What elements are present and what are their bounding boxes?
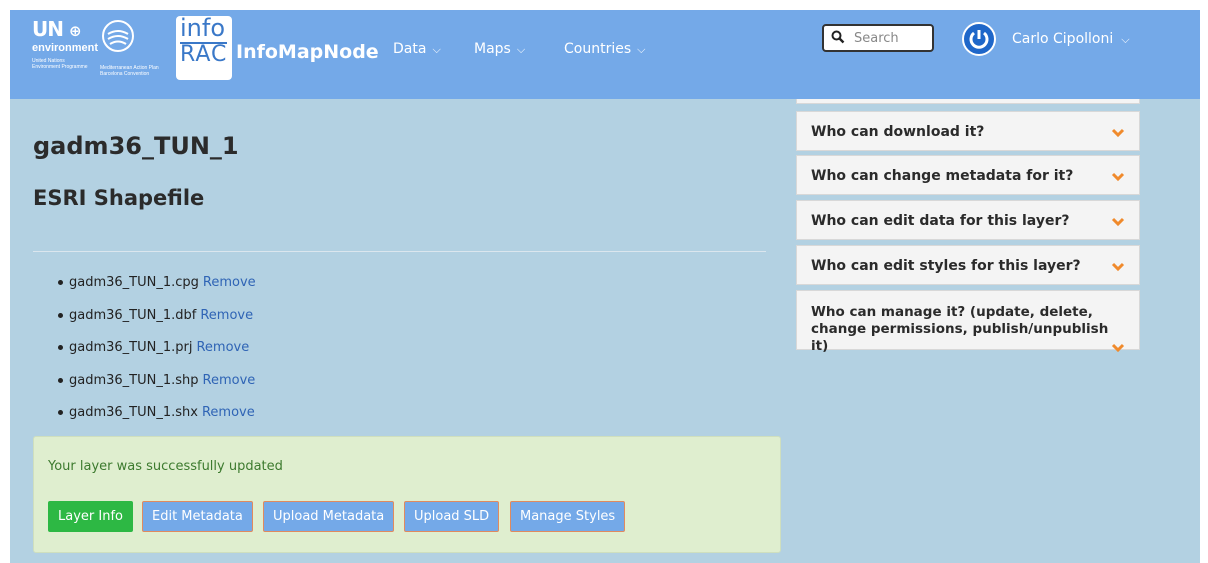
list-item: gadm36_TUN_1.dbf Remove <box>58 308 256 341</box>
divider <box>33 251 766 252</box>
page-title: gadm36_TUN_1 <box>33 132 239 160</box>
permission-edit-data[interactable]: Who can edit data for this layer? <box>796 200 1140 240</box>
un-environment-logo[interactable]: UN ⊕ environment United Nations Environm… <box>32 18 98 84</box>
permission-manage[interactable]: Who can manage it? (update, delete, chan… <box>796 290 1140 354</box>
list-item: gadm36_TUN_1.cpg Remove <box>58 275 256 308</box>
info-rac-logo[interactable]: info RAC <box>176 16 232 80</box>
chevron-down-icon: ⌵ <box>637 43 646 56</box>
chevron-down-icon <box>1111 217 1125 227</box>
bullet-icon <box>58 377 63 383</box>
brand-name[interactable]: InfoMapNode <box>236 41 379 63</box>
chevron-down-icon <box>1111 262 1125 272</box>
chevron-down-icon <box>1111 343 1125 353</box>
remove-link[interactable]: Remove <box>203 373 256 388</box>
remove-link[interactable]: Remove <box>203 275 256 290</box>
chevron-down-icon: ⌵ <box>432 43 441 56</box>
search-icon <box>831 30 845 44</box>
list-item: gadm36_TUN_1.prj Remove <box>58 340 256 373</box>
bullet-icon <box>58 280 63 285</box>
remove-link[interactable]: Remove <box>202 405 255 420</box>
bullet-icon <box>58 345 63 350</box>
layer-info-button[interactable]: Layer Info <box>48 501 133 532</box>
remove-link[interactable]: Remove <box>196 340 249 355</box>
avatar[interactable] <box>962 22 996 56</box>
upload-sld-button[interactable]: Upload SLD <box>404 501 500 532</box>
user-menu[interactable]: Carlo Cipolloni ⌵ <box>1012 31 1130 47</box>
page-subtitle: ESRI Shapefile <box>33 186 205 210</box>
permission-download[interactable]: Who can download it? <box>796 111 1140 151</box>
success-alert: Your layer was successfully updated Laye… <box>33 436 781 553</box>
chevron-down-icon <box>1111 128 1125 138</box>
bullet-icon <box>58 410 63 415</box>
power-icon <box>969 30 989 49</box>
chevron-down-icon: ⌵ <box>516 43 526 56</box>
nav-menu-data[interactable]: Data ⌵ <box>393 41 441 57</box>
search-placeholder: Search <box>854 31 899 46</box>
file-list: gadm36_TUN_1.cpg Remove gadm36_TUN_1.dbf R… <box>58 275 256 438</box>
top-navbar: UN ⊕ environment United Nations Environm… <box>10 10 1200 99</box>
permission-edit-styles[interactable]: Who can edit styles for this layer? <box>796 245 1140 285</box>
main-content: gadm36_TUN_1 ESRI Shapefile gadm36_TUN_1… <box>10 99 1200 563</box>
wreath-icon <box>102 20 134 52</box>
chevron-down-icon <box>1111 172 1125 182</box>
remove-link[interactable]: Remove <box>200 308 253 323</box>
nav-menu-countries[interactable]: Countries ⌵ <box>564 41 645 57</box>
list-item: gadm36_TUN_1.shx Remove <box>58 405 256 438</box>
bullet-icon <box>58 312 63 318</box>
mediterranean-action-plan-logo[interactable]: Mediterranean Action Plan Barcelona Conv… <box>100 18 170 84</box>
manage-styles-button[interactable]: Manage Styles <box>510 501 626 532</box>
permission-change-metadata[interactable]: Who can change metadata for it? <box>796 155 1140 195</box>
upload-metadata-button[interactable]: Upload Metadata <box>263 501 395 532</box>
search-input[interactable]: Search <box>822 24 934 52</box>
alert-message: Your layer was successfully updated <box>48 459 283 474</box>
edit-metadata-button[interactable]: Edit Metadata <box>142 501 253 532</box>
chevron-down-icon: ⌵ <box>1121 33 1130 46</box>
accordion-item-collapsed-top <box>796 99 1140 104</box>
list-item: gadm36_TUN_1.shp Remove <box>58 373 256 406</box>
nav-menu-maps[interactable]: Maps ⌵ <box>474 41 525 57</box>
